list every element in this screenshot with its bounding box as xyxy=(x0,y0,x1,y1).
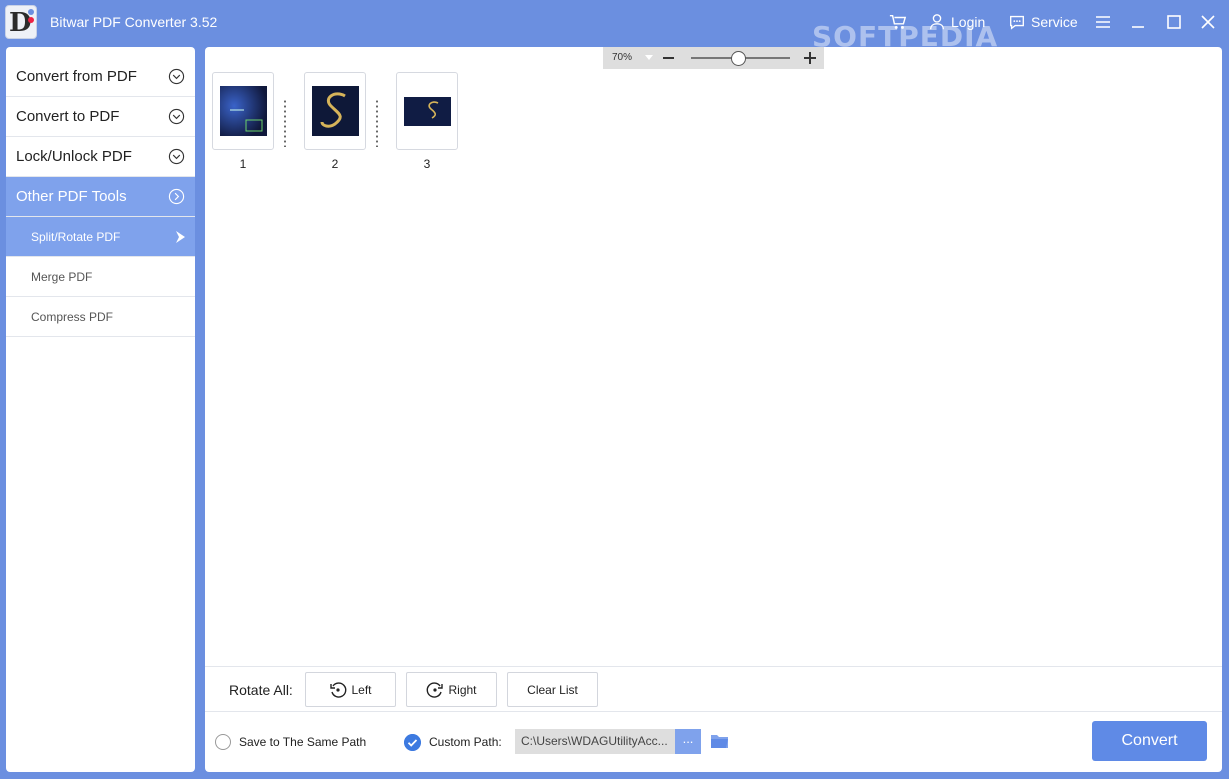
clear-list-label: Clear List xyxy=(527,682,578,697)
rotate-right-button[interactable]: Right xyxy=(406,672,497,707)
sidebar: Convert from PDF Convert to PDF Lock/Unl… xyxy=(6,47,195,772)
app-logo: D xyxy=(5,5,37,39)
arrow-right-icon xyxy=(176,231,185,243)
page-thumbnail[interactable] xyxy=(396,72,458,150)
chat-icon xyxy=(1010,15,1024,30)
cart-icon xyxy=(889,14,907,29)
page-number: 1 xyxy=(239,157,247,171)
zoom-out-icon[interactable] xyxy=(663,57,674,59)
zoom-dropdown-caret-icon[interactable] xyxy=(645,55,653,60)
title-bar: D Bitwar PDF Converter 3.52 SOFTPEDIA Lo… xyxy=(0,0,1229,53)
maximize-icon[interactable] xyxy=(1163,11,1185,33)
sidebar-item-label: Other PDF Tools xyxy=(16,188,127,205)
custom-path-check-icon[interactable] xyxy=(404,734,421,751)
chevron-right-icon xyxy=(168,188,185,205)
chevron-down-icon xyxy=(168,148,185,165)
zoom-bar: 70% xyxy=(603,47,824,69)
folder-icon[interactable] xyxy=(710,732,730,750)
page-thumbnail[interactable] xyxy=(212,72,274,150)
page-thumbnail[interactable] xyxy=(304,72,366,150)
page-separator[interactable] xyxy=(376,99,378,147)
page-thumbnail-image xyxy=(220,86,267,136)
app-title: Bitwar PDF Converter 3.52 xyxy=(50,14,218,30)
page-number: 3 xyxy=(423,157,431,171)
rotate-right-label: Right xyxy=(448,682,477,697)
sidebar-item-label: Convert to PDF xyxy=(16,108,120,125)
same-path-label: Save to The Same Path xyxy=(239,735,367,749)
page-thumbnail-image xyxy=(404,97,451,126)
zoom-level[interactable]: 70% xyxy=(612,52,632,63)
sidebar-subitem-label: Split/Rotate PDF xyxy=(31,229,121,244)
sidebar-item-label: Lock/Unlock PDF xyxy=(16,148,132,165)
service-button[interactable]: Service xyxy=(1008,13,1078,31)
close-icon[interactable] xyxy=(1197,11,1219,33)
browse-button[interactable]: ... xyxy=(675,729,701,754)
service-label: Service xyxy=(1031,14,1078,30)
login-button[interactable]: Login xyxy=(928,13,985,31)
menu-icon[interactable] xyxy=(1092,11,1114,33)
sidebar-item-convert-to-pdf[interactable]: Convert to PDF xyxy=(6,97,195,137)
sidebar-subitem-label: Merge PDF xyxy=(31,269,93,284)
sidebar-item-other-pdf-tools[interactable]: Other PDF Tools xyxy=(6,177,195,217)
rotate-left-button[interactable]: Left xyxy=(305,672,396,707)
convert-button[interactable]: Convert xyxy=(1092,721,1207,761)
sidebar-subitem-merge-pdf[interactable]: Merge PDF xyxy=(6,257,195,297)
custom-path-field[interactable]: C:\Users\WDAGUtilityAcc... xyxy=(515,729,677,754)
clear-list-button[interactable]: Clear List xyxy=(507,672,598,707)
sidebar-subitem-split-rotate-pdf[interactable]: Split/Rotate PDF xyxy=(6,217,195,257)
minimize-icon[interactable] xyxy=(1127,11,1149,33)
rotate-left-label: Left xyxy=(351,682,372,697)
rotate-all-label: Rotate All: xyxy=(229,682,293,698)
same-path-radio[interactable] xyxy=(215,734,231,750)
custom-path-label: Custom Path: xyxy=(429,735,502,749)
sidebar-item-lock-unlock-pdf[interactable]: Lock/Unlock PDF xyxy=(6,137,195,177)
rotate-left-icon xyxy=(330,681,347,698)
sidebar-item-convert-from-pdf[interactable]: Convert from PDF xyxy=(6,57,195,97)
chevron-down-icon xyxy=(168,108,185,125)
user-icon xyxy=(930,14,944,30)
page-number: 2 xyxy=(331,157,339,171)
zoom-slider-handle[interactable] xyxy=(731,51,746,66)
cart-button[interactable] xyxy=(889,13,907,31)
sidebar-subitem-compress-pdf[interactable]: Compress PDF xyxy=(6,297,195,337)
sidebar-subitem-label: Compress PDF xyxy=(31,309,114,324)
rotate-right-icon xyxy=(427,681,444,698)
rotate-toolbar: Rotate All: Left Right Clear List xyxy=(205,666,1222,712)
page-thumbnail-image xyxy=(312,86,359,136)
sidebar-item-label: Convert from PDF xyxy=(16,68,137,85)
output-path-bar: Save to The Same Path Custom Path: C:\Us… xyxy=(205,713,1222,772)
page-separator[interactable] xyxy=(284,99,286,147)
main-panel: 70% 1 2 3 Rotate All: Left Right Clear L… xyxy=(205,47,1222,772)
chevron-down-icon xyxy=(168,68,185,85)
login-label: Login xyxy=(951,14,986,30)
